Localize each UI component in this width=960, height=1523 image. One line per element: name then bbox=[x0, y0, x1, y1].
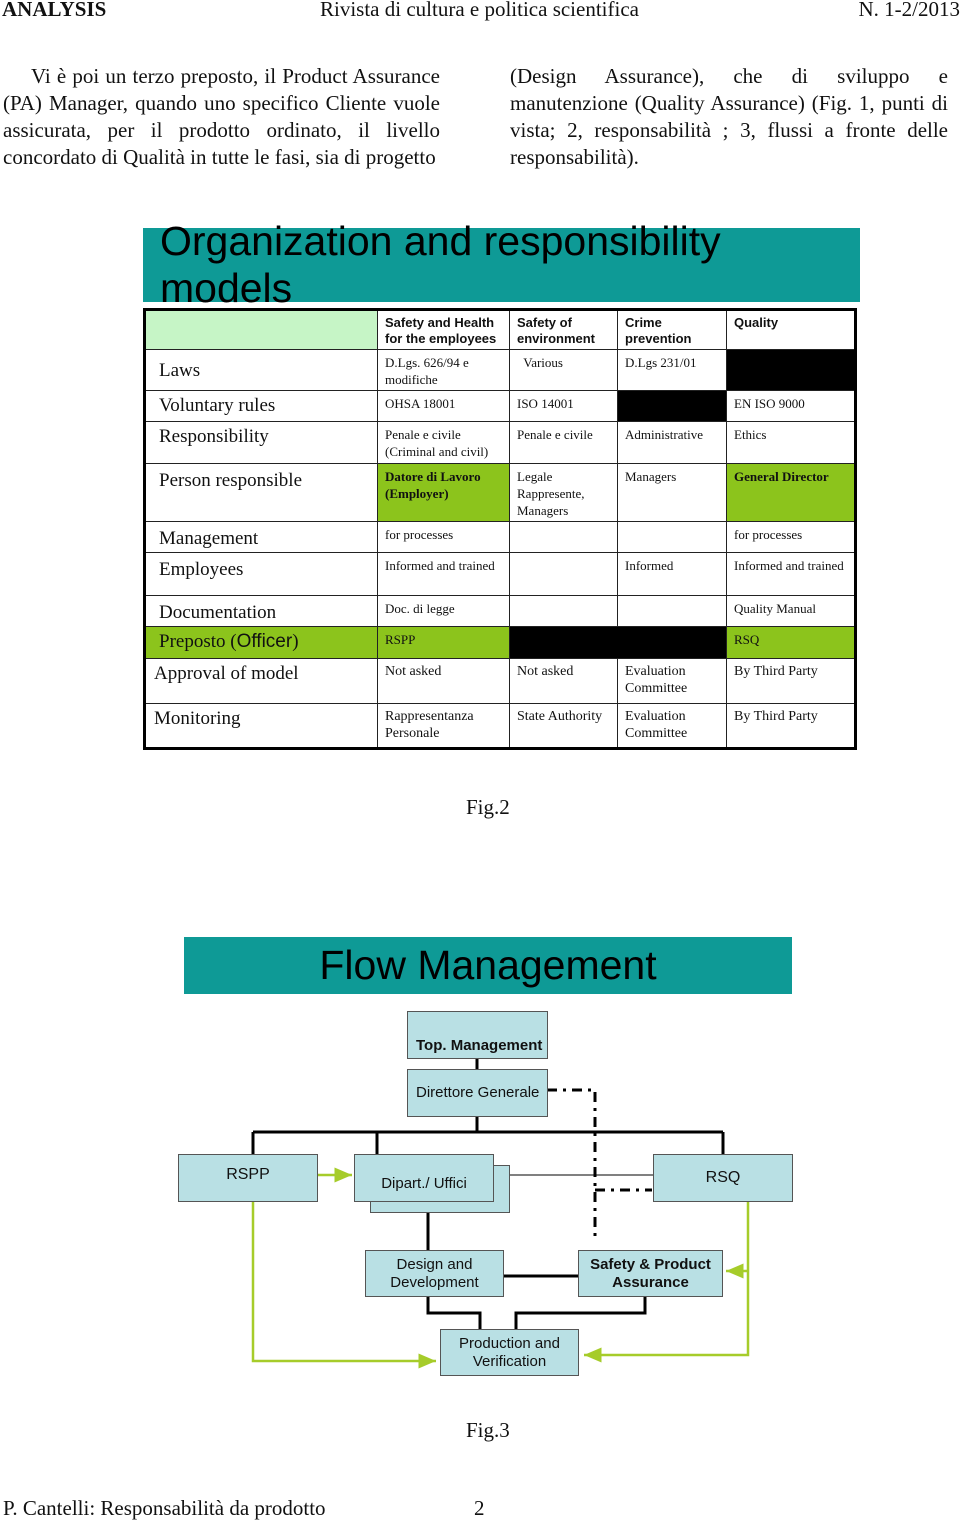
node-safety-product-assurance: Safety & Product Assurance bbox=[578, 1250, 723, 1297]
node-label: Top. Management bbox=[416, 1037, 543, 1054]
node-label: Direttore Generale bbox=[416, 1084, 540, 1101]
figure3-caption: Fig.3 bbox=[466, 1418, 510, 1442]
dashdot-lines bbox=[547, 1088, 652, 1240]
node-design-development: Design and Development bbox=[365, 1250, 504, 1297]
node-rspp: RSPP bbox=[178, 1154, 318, 1202]
node-label: Dipart./ Uffici bbox=[381, 1175, 467, 1192]
node-label: Production and Verification bbox=[459, 1334, 560, 1370]
footer-author-title: P. Cantelli: Responsabilità da prodotto bbox=[3, 1496, 326, 1520]
node-dipart-uffici: Dipart./ Uffici bbox=[354, 1154, 494, 1202]
connector bbox=[514, 1297, 647, 1329]
page-number: 2 bbox=[474, 1496, 485, 1520]
node-label: Design and Development bbox=[390, 1255, 479, 1291]
node-production-verification: Production and Verification bbox=[440, 1329, 579, 1376]
node-label: Safety & Product Assurance bbox=[590, 1255, 711, 1291]
dashdot-connector bbox=[547, 1088, 597, 1240]
node-direttore-generale: Direttore Generale bbox=[407, 1069, 548, 1117]
connector bbox=[426, 1297, 482, 1329]
node-label: RSQ bbox=[705, 1169, 741, 1186]
node-label: RSPP bbox=[226, 1166, 270, 1183]
node-top-management: Top. Management bbox=[407, 1011, 548, 1059]
node-rsq: RSQ bbox=[653, 1154, 793, 1202]
